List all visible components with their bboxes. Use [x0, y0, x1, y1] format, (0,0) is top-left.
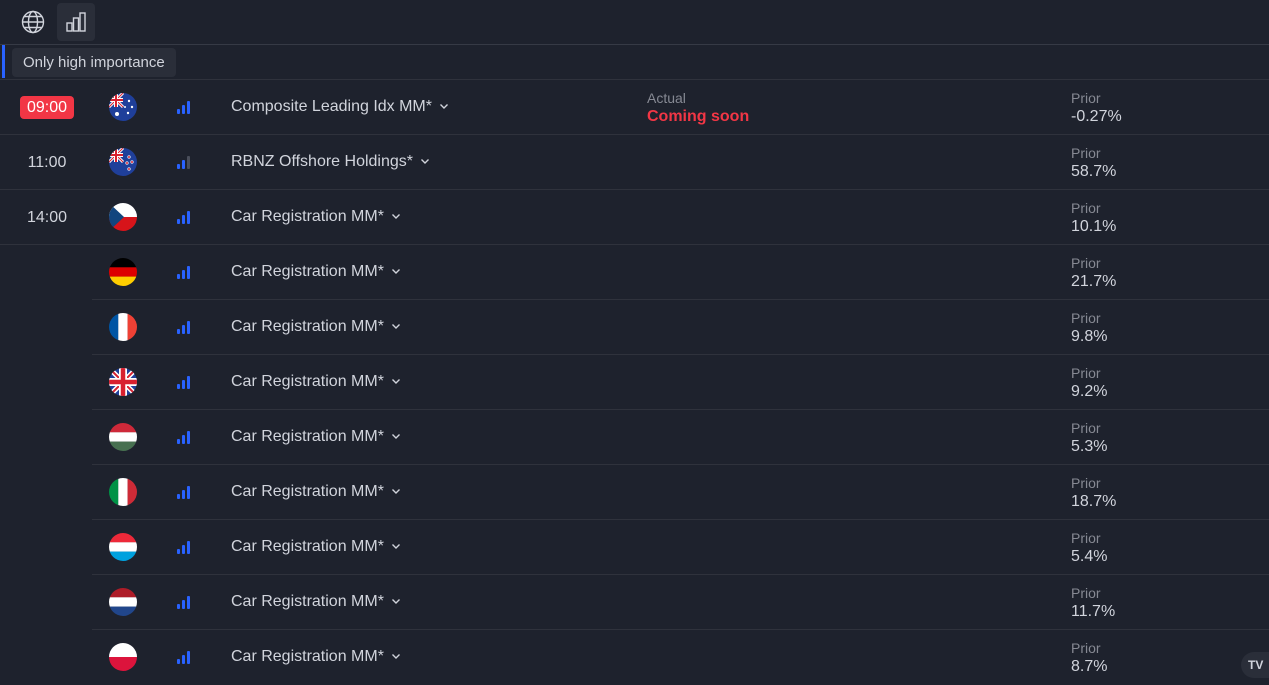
chevron-down-icon[interactable] [413, 152, 430, 172]
event-title: Car Registration MM* [231, 648, 384, 665]
importance-icon [177, 155, 191, 169]
event-name[interactable]: Car Registration MM* [231, 262, 401, 282]
prior-label: Prior [1071, 200, 1101, 216]
event-title: Car Registration MM* [231, 373, 384, 390]
bar-chart-icon[interactable] [57, 3, 95, 41]
event-row[interactable]: Car Registration MM* Prior 21.7% [0, 245, 1269, 300]
prior-label: Prior [1071, 310, 1101, 326]
event-name[interactable]: Car Registration MM* [231, 427, 401, 447]
event-row[interactable]: Car Registration MM* Prior 9.8% [0, 300, 1269, 355]
prior-value: 11.7% [1071, 603, 1116, 620]
tradingview-logo: TV [1241, 652, 1269, 678]
chevron-down-icon[interactable] [384, 482, 401, 502]
chevron-down-icon[interactable] [384, 427, 401, 447]
event-title: Car Registration MM* [231, 428, 384, 445]
de-flag-icon [109, 258, 137, 286]
gb-flag-icon [109, 368, 137, 396]
prior-value: 10.1% [1071, 218, 1117, 235]
chevron-down-icon[interactable] [384, 592, 401, 612]
event-name[interactable]: Composite Leading Idx MM* [231, 97, 449, 117]
prior-value: -0.27% [1071, 108, 1122, 125]
event-name[interactable]: Car Registration MM* [231, 317, 401, 337]
importance-icon [177, 320, 191, 334]
chevron-down-icon[interactable] [384, 372, 401, 392]
event-row[interactable]: Car Registration MM* Prior 9.2% [0, 355, 1269, 410]
event-row[interactable]: 11:00 RBNZ Offshore Holdings* Prior 58.7% [0, 135, 1269, 190]
prior-value: 18.7% [1071, 493, 1117, 510]
event-row[interactable]: Car Registration MM* Prior 8.7% [0, 630, 1269, 685]
event-name[interactable]: Car Registration MM* [231, 482, 401, 502]
prior-label: Prior [1071, 475, 1101, 491]
prior-value: 58.7% [1071, 163, 1117, 180]
prior-value: 9.2% [1071, 383, 1108, 400]
cz-flag-icon [109, 203, 137, 231]
chevron-down-icon[interactable] [432, 97, 449, 117]
event-row[interactable]: Car Registration MM* Prior 18.7% [0, 465, 1269, 520]
chevron-down-icon[interactable] [384, 647, 401, 667]
toolbar [0, 0, 1269, 45]
importance-icon [177, 430, 191, 444]
prior-label: Prior [1071, 420, 1101, 436]
event-name[interactable]: Car Registration MM* [231, 592, 401, 612]
pl-flag-icon [109, 643, 137, 671]
prior-label: Prior [1071, 640, 1101, 656]
event-title: Car Registration MM* [231, 538, 384, 555]
event-time: 11:00 [27, 154, 67, 171]
au-flag-icon [109, 93, 137, 121]
chevron-down-icon[interactable] [384, 537, 401, 557]
prior-value: 5.4% [1071, 548, 1108, 565]
prior-value: 9.8% [1071, 328, 1108, 345]
chevron-down-icon[interactable] [384, 207, 401, 227]
importance-icon [177, 595, 191, 609]
prior-value: 8.7% [1071, 658, 1108, 675]
lu-flag-icon [109, 533, 137, 561]
importance-icon [177, 485, 191, 499]
importance-icon [177, 265, 191, 279]
event-row[interactable]: 09:00 Composite Leading Idx MM* Actual Comi… [0, 80, 1269, 135]
event-name[interactable]: Car Registration MM* [231, 647, 401, 667]
importance-icon [177, 210, 191, 224]
chevron-down-icon[interactable] [384, 262, 401, 282]
prior-label: Prior [1071, 145, 1101, 161]
event-row[interactable]: 14:00 Car Registration MM* Prior 10.1% [0, 190, 1269, 245]
event-row[interactable]: Car Registration MM* Prior 5.3% [0, 410, 1269, 465]
event-name[interactable]: Car Registration MM* [231, 372, 401, 392]
event-title: RBNZ Offshore Holdings* [231, 153, 413, 170]
event-time: 09:00 [20, 96, 74, 119]
event-name[interactable]: Car Registration MM* [231, 207, 401, 227]
nz-flag-icon [109, 148, 137, 176]
importance-icon [177, 100, 191, 114]
nl-flag-icon [109, 588, 137, 616]
prior-label: Prior [1071, 530, 1101, 546]
prior-label: Prior [1071, 255, 1101, 271]
prior-label: Prior [1071, 585, 1101, 601]
event-title: Car Registration MM* [231, 208, 384, 225]
event-name[interactable]: RBNZ Offshore Holdings* [231, 152, 430, 172]
event-title: Composite Leading Idx MM* [231, 98, 432, 115]
prior-value: 5.3% [1071, 438, 1108, 455]
event-title: Car Registration MM* [231, 263, 384, 280]
event-name[interactable]: Car Registration MM* [231, 537, 401, 557]
event-title: Car Registration MM* [231, 483, 384, 500]
actual-label: Actual [647, 90, 686, 106]
importance-icon [177, 375, 191, 389]
event-title: Car Registration MM* [231, 318, 384, 335]
actual-value: Coming soon [647, 108, 750, 125]
event-row[interactable]: Car Registration MM* Prior 5.4% [0, 520, 1269, 575]
selection-indicator [2, 45, 5, 78]
fr-flag-icon [109, 313, 137, 341]
importance-icon [177, 540, 191, 554]
prior-value: 21.7% [1071, 273, 1117, 290]
importance-tooltip: Only high importance [12, 48, 176, 77]
prior-label: Prior [1071, 365, 1101, 381]
importance-icon [177, 650, 191, 664]
globe-icon[interactable] [14, 3, 52, 41]
event-row[interactable]: Car Registration MM* Prior 11.7% [0, 575, 1269, 630]
event-title: Car Registration MM* [231, 593, 384, 610]
prior-label: Prior [1071, 90, 1101, 106]
event-time: 14:00 [26, 209, 68, 226]
chevron-down-icon[interactable] [384, 317, 401, 337]
it-flag-icon [109, 478, 137, 506]
hu-flag-icon [109, 423, 137, 451]
